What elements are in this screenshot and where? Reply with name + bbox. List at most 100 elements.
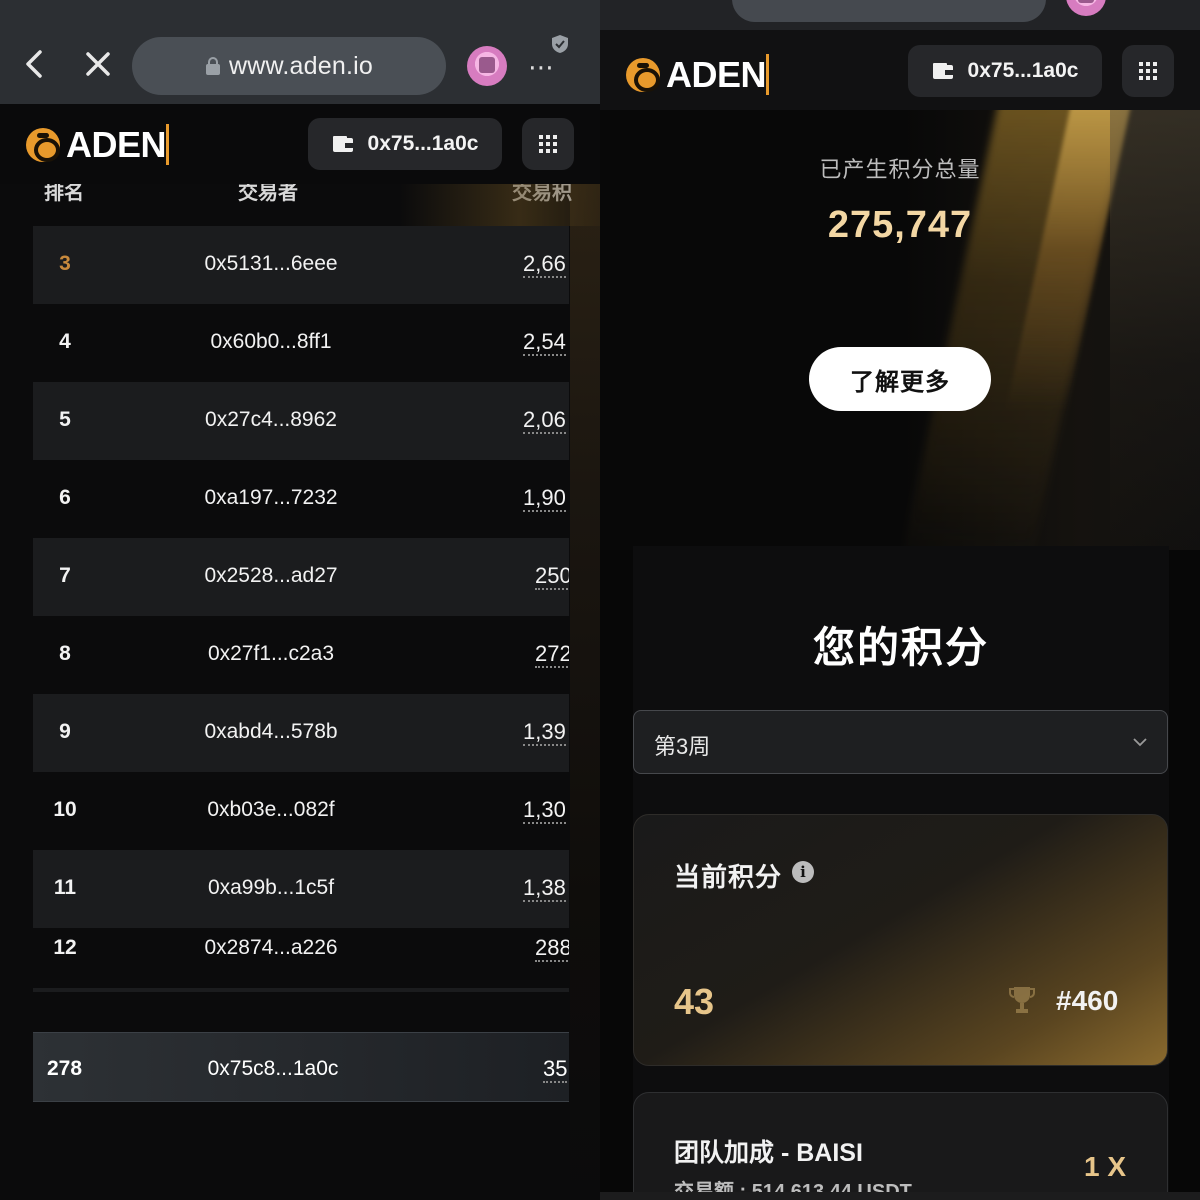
my-volume[interactable]: 35 bbox=[543, 1057, 568, 1083]
row-rank: 10 bbox=[53, 798, 77, 821]
row-volume[interactable]: 250 bbox=[535, 564, 569, 590]
column-volume: 交易积 bbox=[512, 184, 572, 204]
table-row: 6 0xa197...7232 1,90 bbox=[33, 460, 569, 538]
row-rank: 4 bbox=[59, 330, 71, 353]
row-volume[interactable]: 2,66 bbox=[523, 252, 566, 278]
shield-icon[interactable] bbox=[551, 34, 569, 54]
back-icon[interactable] bbox=[10, 40, 58, 88]
table-row: 12 0x2874...a226 288 bbox=[33, 910, 569, 988]
table-header: 排名 交易者 交易积 bbox=[0, 184, 600, 226]
row-trader[interactable]: 0xabd4...578b bbox=[171, 720, 371, 744]
aden-logo[interactable]: ADEN bbox=[26, 124, 170, 166]
my-rank: 278 bbox=[47, 1057, 83, 1080]
row-volume[interactable]: 272 bbox=[535, 642, 569, 668]
table-row: 5 0x27c4...8962 2,06 bbox=[33, 382, 569, 460]
row-volume[interactable]: 1,39 bbox=[523, 720, 566, 746]
wallet-icon bbox=[332, 136, 353, 152]
row-volume[interactable]: 1,30 bbox=[523, 798, 566, 824]
right-screenshot: ADEN 0x75...1a0c 已产生积分总量 275,747 了解更多 您的… bbox=[600, 0, 1200, 1200]
row-rank: 7 bbox=[59, 564, 71, 587]
row-volume[interactable]: 2,54 bbox=[523, 330, 566, 356]
more-options-icon[interactable]: ⋯ bbox=[528, 52, 556, 83]
close-icon[interactable] bbox=[74, 40, 122, 88]
table-row: 8 0x27f1...c2a3 272 bbox=[33, 616, 569, 694]
grid-icon bbox=[1139, 62, 1157, 80]
chevron-down-icon bbox=[1133, 738, 1147, 747]
browser-toolbar: www.aden.io ⋯ bbox=[0, 0, 600, 104]
browser-toolbar-cropped bbox=[600, 0, 1200, 30]
column-trader: 交易者 bbox=[238, 184, 298, 204]
logo-text: ADEN bbox=[666, 54, 770, 96]
row-trader[interactable]: 0xa99b...1c5f bbox=[171, 876, 371, 900]
learn-more-button[interactable]: 了解更多 bbox=[809, 347, 991, 411]
current-points-value: 43 bbox=[674, 981, 715, 1022]
row-trader[interactable]: 0x60b0...8ff1 bbox=[171, 330, 371, 354]
wallet-button[interactable]: 0x75...1a0c bbox=[908, 45, 1102, 97]
profile-avatar[interactable] bbox=[467, 46, 507, 86]
background-glow bbox=[570, 184, 600, 1200]
leaderboard-table: 排名 交易者 交易积 3 0x5131...6eee 2,66 4 0x60b0… bbox=[0, 184, 600, 1200]
your-points-section: 您的积分 第3周 当前积分 i 43 #460 团队加成 - BAISI 1 X… bbox=[633, 546, 1169, 1200]
week-select-value: 第3周 bbox=[654, 734, 711, 759]
row-volume[interactable]: 2,06 bbox=[523, 408, 566, 434]
address-bar[interactable] bbox=[732, 0, 1046, 22]
row-rank: 8 bbox=[59, 642, 71, 665]
current-points-card: 当前积分 i 43 #460 bbox=[633, 814, 1168, 1066]
total-points-value: 275,747 bbox=[827, 204, 973, 246]
wallet-address: 0x75...1a0c bbox=[967, 59, 1079, 82]
current-rank: #460 bbox=[1056, 985, 1119, 1016]
total-points-label: 已产生积分总量 bbox=[819, 157, 981, 182]
table-row: 9 0xabd4...578b 1,39 bbox=[33, 694, 569, 772]
row-trader[interactable]: 0x27f1...c2a3 bbox=[171, 642, 371, 666]
table-row: 7 0x2528...ad27 250 bbox=[33, 538, 569, 616]
row-volume[interactable]: 288 bbox=[535, 936, 569, 962]
aden-logo-icon bbox=[626, 58, 660, 92]
team-bonus-card: 团队加成 - BAISI 1 X 交易额 : 514,613.44 USDT bbox=[633, 1092, 1168, 1200]
app-header: ADEN 0x75...1a0c bbox=[0, 104, 600, 184]
row-volume[interactable]: 1,90 bbox=[523, 486, 566, 512]
url-text: www.aden.io bbox=[229, 51, 373, 80]
row-trader[interactable]: 0x27c4...8962 bbox=[171, 408, 371, 432]
left-screenshot: www.aden.io ⋯ ADEN 0x75...1a0c 排名 交易者 交易… bbox=[0, 0, 600, 1200]
wallet-button[interactable]: 0x75...1a0c bbox=[308, 118, 502, 170]
week-select[interactable]: 第3周 bbox=[633, 710, 1168, 774]
trophy-icon bbox=[1009, 987, 1035, 1013]
lock-icon bbox=[206, 57, 221, 75]
team-bonus-label: 团队加成 - BAISI bbox=[674, 1139, 863, 1167]
row-rank: 11 bbox=[53, 876, 77, 899]
table-divider bbox=[33, 988, 569, 992]
row-trader[interactable]: 0xb03e...082f bbox=[171, 798, 371, 822]
row-rank: 5 bbox=[59, 408, 71, 431]
info-icon[interactable]: i bbox=[792, 861, 814, 883]
row-trader[interactable]: 0x5131...6eee bbox=[171, 252, 371, 276]
my-rank-row: 278 0x75c8...1a0c 35 bbox=[33, 1032, 569, 1102]
row-trader[interactable]: 0x2528...ad27 bbox=[171, 564, 371, 588]
app-header: ADEN 0x75...1a0c bbox=[600, 30, 1200, 110]
row-rank: 9 bbox=[59, 720, 71, 743]
aden-logo-icon bbox=[26, 128, 60, 162]
row-rank: 3 bbox=[59, 252, 71, 275]
profile-avatar[interactable] bbox=[1066, 0, 1106, 16]
row-rank: 6 bbox=[59, 486, 71, 509]
my-trader[interactable]: 0x75c8...1a0c bbox=[173, 1057, 373, 1081]
wallet-icon bbox=[932, 63, 953, 79]
your-points-title: 您的积分 bbox=[812, 624, 989, 671]
table-row: 3 0x5131...6eee 2,66 bbox=[33, 226, 569, 304]
menu-grid-button[interactable] bbox=[522, 118, 574, 170]
wallet-address: 0x75...1a0c bbox=[367, 132, 479, 155]
bottom-edge bbox=[600, 1192, 1200, 1200]
grid-icon bbox=[539, 135, 557, 153]
row-volume[interactable]: 1,38 bbox=[523, 876, 566, 902]
row-trader[interactable]: 0xa197...7232 bbox=[171, 486, 371, 510]
logo-text: ADEN bbox=[66, 124, 170, 166]
address-bar[interactable]: www.aden.io bbox=[132, 37, 446, 95]
column-rank: 排名 bbox=[44, 184, 84, 204]
points-hero: 已产生积分总量 275,747 了解更多 bbox=[600, 110, 1200, 550]
current-points-label: 当前积分 bbox=[674, 862, 783, 892]
table-row: 4 0x60b0...8ff1 2,54 bbox=[33, 304, 569, 382]
table-row: 10 0xb03e...082f 1,30 bbox=[33, 772, 569, 850]
menu-grid-button[interactable] bbox=[1122, 45, 1174, 97]
row-trader[interactable]: 0x2874...a226 bbox=[171, 936, 371, 960]
team-multiplier: 1 X bbox=[1084, 1151, 1127, 1182]
aden-logo[interactable]: ADEN bbox=[626, 54, 770, 96]
